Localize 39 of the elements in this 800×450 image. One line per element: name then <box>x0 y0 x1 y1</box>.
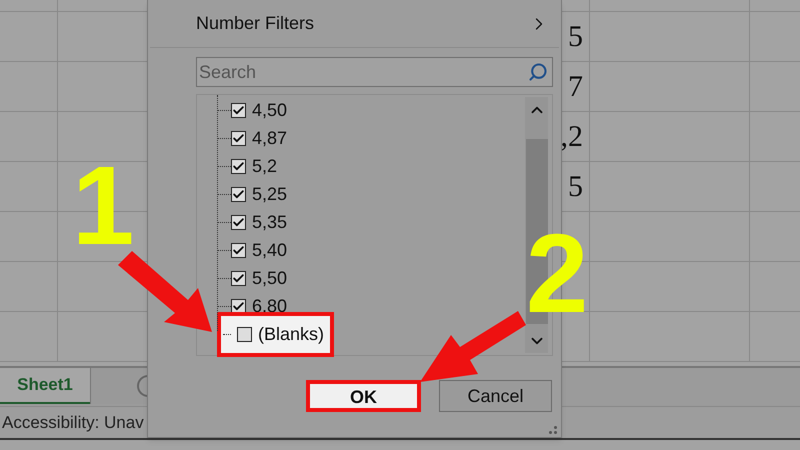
item-label: 4,50 <box>252 98 288 122</box>
filter-item[interactable]: 5,35 <box>231 208 288 236</box>
checkbox[interactable] <box>231 158 246 174</box>
cancel-button[interactable]: Cancel <box>439 380 552 412</box>
step-number: 1 <box>72 160 134 252</box>
ok-button[interactable]: OK <box>306 380 421 412</box>
checkbox[interactable] <box>231 242 246 258</box>
resize-grip-icon[interactable] <box>549 426 557 434</box>
status-text: Accessibility: Unav <box>2 412 144 434</box>
checkbox[interactable] <box>231 214 246 230</box>
checkbox[interactable] <box>231 130 246 146</box>
item-label: 6,80 <box>252 294 288 318</box>
filter-item[interactable]: 5,40 <box>231 236 288 264</box>
item-label: 5,40 <box>252 238 288 262</box>
filter-item[interactable]: (Blanks) <box>221 316 330 352</box>
item-label: 5,2 <box>252 154 278 178</box>
filter-item[interactable]: 5,50 <box>231 264 288 292</box>
checkbox[interactable] <box>231 298 246 314</box>
filter-item[interactable]: 5,25 <box>231 180 288 208</box>
cell-value: ,2 <box>560 119 583 155</box>
filter-item[interactable]: 4,87 <box>231 124 288 152</box>
filter-item[interactable]: 4,50 <box>231 96 288 124</box>
filter-item[interactable]: 5,2 <box>231 152 278 180</box>
cell-value: 7 <box>568 69 583 105</box>
item-label: 4,87 <box>252 126 288 150</box>
checkbox[interactable] <box>231 186 246 202</box>
menu-item[interactable]: Number Filters <box>196 10 314 37</box>
search-icon[interactable] <box>528 62 548 82</box>
cell-value: 5 <box>568 169 583 205</box>
item-label: 5,35 <box>252 210 288 234</box>
item-label: (Blanks) <box>258 322 324 346</box>
search-field[interactable]: Search <box>196 57 553 87</box>
item-label: 5,25 <box>252 182 288 206</box>
step-number: 2 <box>526 228 588 320</box>
checkbox[interactable] <box>231 102 246 118</box>
checkbox[interactable] <box>231 270 246 286</box>
item-label: 5,50 <box>252 266 288 290</box>
cell-value: 5 <box>568 19 583 55</box>
checkbox[interactable] <box>237 326 252 342</box>
